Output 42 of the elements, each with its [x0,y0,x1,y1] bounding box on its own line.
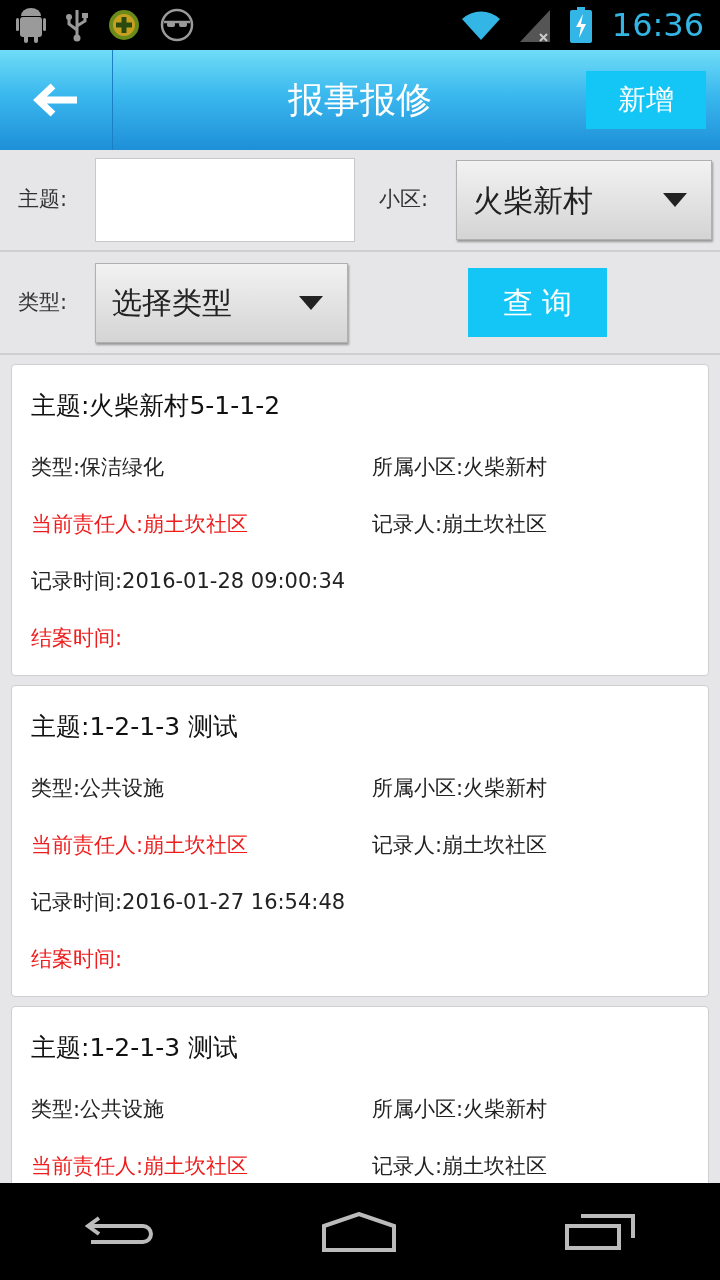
dropdown-caret-icon [299,295,323,310]
record-time: 记录时间:2016-01-27 16:54:48 [31,888,346,916]
record-type: 类型:公共设施 [31,774,166,802]
record-title: 主题:1-2-1-3 测试 [31,711,240,743]
record-title: 主题:火柴新村5-1-1-2 [31,390,282,422]
back-arrow-icon [33,82,79,118]
close-time: 结案时间: [31,624,123,652]
record-type: 类型:保洁绿化 [31,453,166,481]
record-type: 类型:公共设施 [31,1095,166,1123]
type-dropdown[interactable]: 选择类型 [95,262,348,343]
subject-label: 主题: [18,186,69,214]
type-label: 类型: [18,288,69,316]
sunglasses-icon [160,8,194,42]
record-recorder: 记录人:崩土坎社区 [372,1152,548,1180]
record-recorder: 记录人:崩土坎社区 [372,831,548,859]
record-card[interactable]: 主题:1-2-1-3 测试 类型:公共设施 所属小区:火柴新村 当前责任人:崩土坎社区 记录人:崩土坎社区 记录时间:2016-01-27 16:54:48 结案时间: [11,685,709,997]
record-recorder: 记录人:崩土坎社区 [372,510,548,538]
record-community: 所属小区:火柴新村 [372,774,548,802]
record-community: 所属小区:火柴新村 [372,1095,548,1123]
record-responsible: 当前责任人:崩土坎社区 [31,510,250,538]
recent-apps-icon[interactable] [565,1213,636,1250]
close-time: 结案时间: [31,945,123,973]
record-responsible: 当前责任人:崩土坎社区 [31,1152,250,1180]
usb-icon [66,8,88,42]
community-dropdown[interactable]: 火柴新村 [456,160,712,240]
android-icon [16,7,46,43]
record-community: 所属小区:火柴新村 [372,453,548,481]
record-time: 记录时间:2016-01-28 09:00:34 [31,567,346,595]
subject-input-field[interactable] [95,158,355,242]
wifi-icon [461,10,500,40]
signal-icon [519,8,550,42]
record-title: 主题:1-2-1-3 测试 [31,1032,240,1064]
status-time: 16:36 [611,9,704,41]
record-responsible: 当前责任人:崩土坎社区 [31,831,250,859]
record-card[interactable]: 主题:1-2-1-3 测试 类型:公共设施 所属小区:火柴新村 当前责任人:崩土坎社区 记录人:崩土坎社区 [11,1006,709,1183]
dropdown-caret-icon [663,193,687,207]
battery-charging-icon [569,7,592,43]
plus-badge-icon [108,9,140,41]
page-title: 报事报修 [287,78,433,122]
community-label: 小区: [379,186,430,214]
home-icon[interactable] [322,1211,396,1252]
record-card[interactable]: 主题:火柴新村5-1-1-2 类型:保洁绿化 所属小区:火柴新村 当前责任人:崩土坎社区 记录人:崩土坎社区 记录时间:2016-01-28 09:00:34 结案时间: [11,364,709,676]
